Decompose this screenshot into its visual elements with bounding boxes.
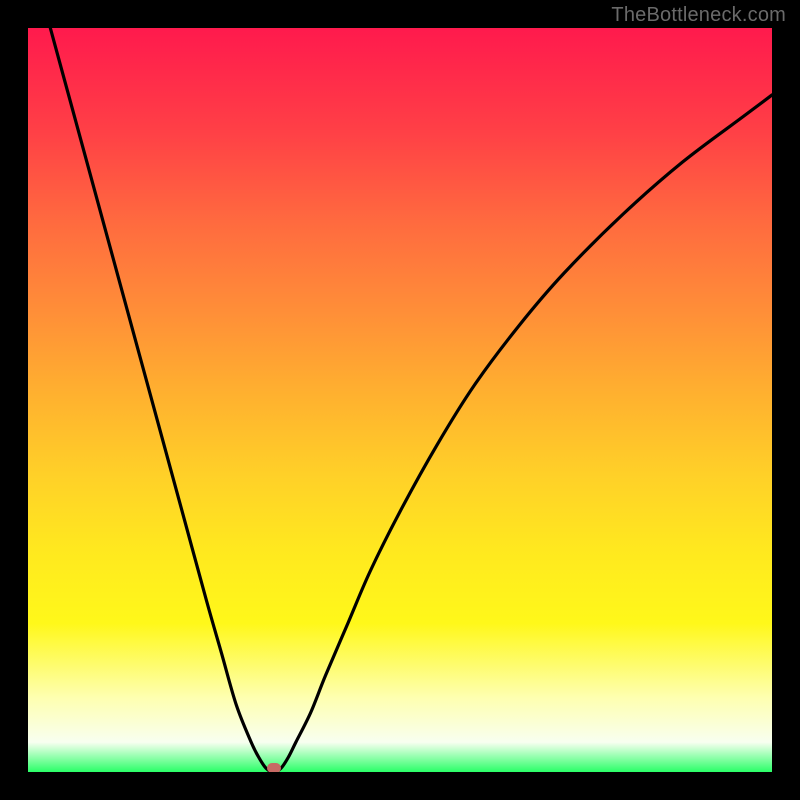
bottleneck-curve xyxy=(28,28,772,772)
watermark-text: TheBottleneck.com xyxy=(611,4,786,27)
plot-area xyxy=(28,28,772,772)
optimal-point-marker xyxy=(267,763,281,772)
chart-frame: TheBottleneck.com xyxy=(0,0,800,800)
